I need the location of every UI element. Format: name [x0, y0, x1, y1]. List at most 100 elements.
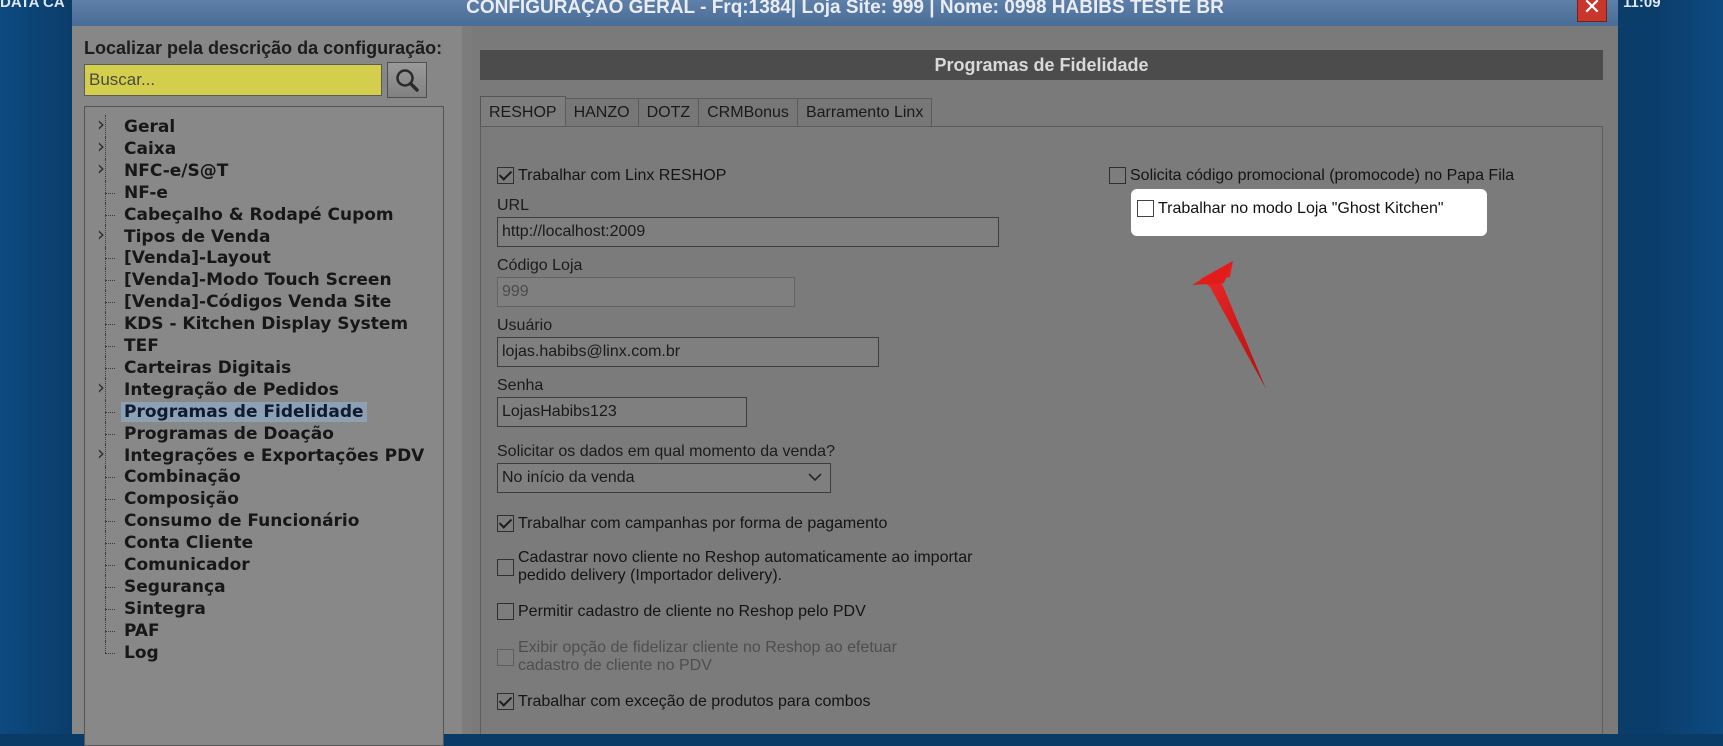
url-label: URL [497, 197, 530, 214]
chevron-right-icon[interactable]: › [97, 133, 105, 158]
tree-item-consumo-de-funcion-rio[interactable]: Consumo de Funcionário [85, 509, 440, 534]
tree-item-integra-es-e-exporta-es-pdv[interactable]: › Integrações e Exportações PDV [85, 440, 440, 468]
tree-item-nfc-e-s-t[interactable]: › NFC-e/S@T [85, 155, 440, 183]
tree-item-tipos-de-venda[interactable]: › Tipos de Venda [85, 221, 440, 249]
tree-item-label: Carteiras Digitais [124, 357, 292, 378]
config-tree: › Geral › Caixa › NFC-e/S@T NF-e Cabeçalho & Ro… [84, 106, 444, 746]
tree-item-composi-o[interactable]: Composição [85, 487, 440, 512]
usuario-field[interactable] [497, 337, 879, 367]
tree-item-label: Comunicador [124, 555, 250, 575]
excecao-option[interactable]: Trabalhar com exceção de produtos para c… [497, 693, 870, 711]
tree-item-venda-modo-touch-screen[interactable]: [Venda]-Modo Touch Screen [85, 268, 440, 293]
senha-label: Senha [497, 377, 544, 394]
cadastrar-label-line2: pedido delivery (Importador delivery). [518, 567, 783, 584]
promocode-option[interactable]: Solicita código promocional (promocode) … [1109, 167, 1514, 185]
tree-connector [105, 280, 115, 282]
tree-item-seguran-a[interactable]: Segurança [85, 574, 440, 599]
close-button[interactable]: ✕ [1577, 0, 1607, 22]
ghost-kitchen-option[interactable]: Trabalhar no modo Loja "Ghost Kitchen" [1137, 200, 1444, 218]
work-linx-reshop-option[interactable]: Trabalhar com Linx RESHOP [497, 167, 726, 185]
tree-item-label: Integrações e Exportações PDV [124, 445, 425, 466]
excecao-label: Trabalhar com exceção de produtos para c… [518, 693, 871, 710]
cadastrar-option[interactable]: Cadastrar novo cliente no Reshop automat… [497, 549, 972, 585]
chevron-right-icon[interactable]: › [97, 374, 105, 399]
tree-item-geral[interactable]: › Geral [85, 112, 440, 139]
background-clock: 11:09 [1623, 0, 1661, 11]
tree-item-venda-c-digos-venda-site[interactable]: [Venda]-Códigos Venda Site [85, 290, 440, 315]
ghost-kitchen-highlight: Trabalhar no modo Loja "Ghost Kitchen" [1131, 189, 1487, 236]
permitir-checkbox[interactable] [497, 603, 514, 620]
chevron-right-icon[interactable]: › [97, 221, 105, 246]
tree-item-label: Caixa [124, 138, 177, 159]
red-arrow-icon [1192, 261, 1266, 389]
tree-connector [105, 136, 106, 161]
tree-item-conta-cliente[interactable]: Conta Cliente [85, 531, 440, 556]
cadastrar-checkbox[interactable] [497, 559, 514, 576]
ghost-kitchen-checkbox[interactable] [1137, 200, 1154, 217]
solicitar-label: Solicitar os dados em qual momento da ve… [497, 443, 835, 460]
tab-barramento-linx[interactable]: Barramento Linx [796, 98, 933, 126]
tree-item-label: NFC-e/S@T [124, 160, 229, 181]
solicitar-dropdown[interactable]: No início da venda [497, 463, 831, 493]
tree-item-label: Geral [124, 117, 176, 137]
tree-connector [105, 499, 115, 501]
search-label: Localizar pela descrição da configuração… [84, 38, 443, 58]
tree-item-sintegra[interactable]: Sintegra [85, 596, 440, 621]
tree-connector [105, 640, 106, 653]
search-button[interactable] [387, 62, 427, 98]
tree-item-carteiras-digitais[interactable]: Carteiras Digitais [85, 355, 440, 380]
tree-item-comunicador[interactable]: Comunicador [85, 553, 440, 577]
excecao-checkbox[interactable] [497, 693, 514, 710]
permitir-option[interactable]: Permitir cadastro de cliente no Reshop p… [497, 603, 866, 621]
chevron-down-icon [808, 473, 822, 482]
chevron-right-icon[interactable]: › [97, 112, 105, 136]
tree-item-combina-o[interactable]: Combinação [85, 465, 440, 490]
tree-item-label: Composição [124, 489, 239, 510]
search-input[interactable] [84, 64, 382, 96]
tab-crmbonus[interactable]: CRMBonus [698, 98, 798, 126]
tab-strip: RESHOP HANZO DOTZ CRMBonus Barramento Linx [480, 96, 933, 126]
tree-item-programas-de-fidelidade[interactable]: Programas de Fidelidade [85, 399, 440, 424]
tree-item-integra-o-de-pedidos[interactable]: › Integração de Pedidos [85, 374, 440, 402]
tree-item-label: Conta Cliente [124, 533, 254, 554]
tree-connector [105, 652, 115, 654]
tree-item-kds-kitchen-display-system[interactable]: KDS - Kitchen Display System [85, 312, 440, 337]
tree-item-label: Segurança [124, 576, 226, 597]
work-linx-reshop-label: Trabalhar com Linx RESHOP [518, 167, 727, 184]
exibir-label-line2: cadastro de cliente no PDV [518, 657, 712, 674]
tree-item-label: PAF [124, 620, 160, 641]
cadastrar-label: Cadastrar novo cliente no Reshop automat… [518, 549, 972, 585]
tab-hanzo[interactable]: HANZO [564, 98, 639, 126]
tree-item-caixa[interactable]: › Caixa [85, 133, 440, 161]
tree-connector [105, 302, 115, 304]
codigo-loja-label: Código Loja [497, 257, 583, 274]
tree-item-paf[interactable]: PAF [85, 618, 440, 643]
tab-reshop[interactable]: RESHOP [480, 96, 566, 126]
tree-item-programas-de-doa-o[interactable]: Programas de Doação [85, 421, 440, 446]
tree-item-label: [Venda]-Layout [124, 248, 271, 269]
tree-item-label: Consumo de Funcionário [124, 511, 360, 532]
tree-connector [105, 433, 115, 435]
tree-item-log[interactable]: Log [85, 640, 440, 665]
tree-item-cabe-alho-rodap-cupom[interactable]: Cabeçalho & Rodapé Cupom [85, 202, 440, 227]
close-icon: ✕ [1582, 0, 1602, 20]
campanhas-checkbox[interactable] [497, 515, 514, 532]
tree-item-label: Integração de Pedidos [124, 379, 339, 400]
chevron-right-icon[interactable]: › [97, 155, 105, 180]
promocode-checkbox[interactable] [1109, 167, 1126, 184]
tree-item-label: Combinação [124, 467, 241, 488]
tree-item-tef[interactable]: TEF [85, 334, 440, 358]
tree-item-nf-e[interactable]: NF-e [85, 180, 440, 205]
chevron-right-icon[interactable]: › [97, 440, 105, 465]
work-linx-reshop-checkbox[interactable] [497, 167, 514, 184]
permitir-label: Permitir cadastro de cliente no Reshop p… [518, 603, 866, 620]
tree-item-venda-layout[interactable]: [Venda]-Layout [85, 246, 440, 271]
campanhas-option[interactable]: Trabalhar com campanhas por forma de pag… [497, 515, 887, 533]
exibir-label: Exibir opção de fidelizar cliente no Res… [518, 639, 897, 675]
tree-connector [105, 258, 115, 260]
tree-connector [105, 521, 115, 523]
senha-field[interactable] [497, 397, 747, 427]
tab-dotz[interactable]: DOTZ [637, 98, 700, 126]
tree-item-label: Programas de Fidelidade [121, 401, 367, 422]
url-field[interactable] [497, 217, 999, 247]
